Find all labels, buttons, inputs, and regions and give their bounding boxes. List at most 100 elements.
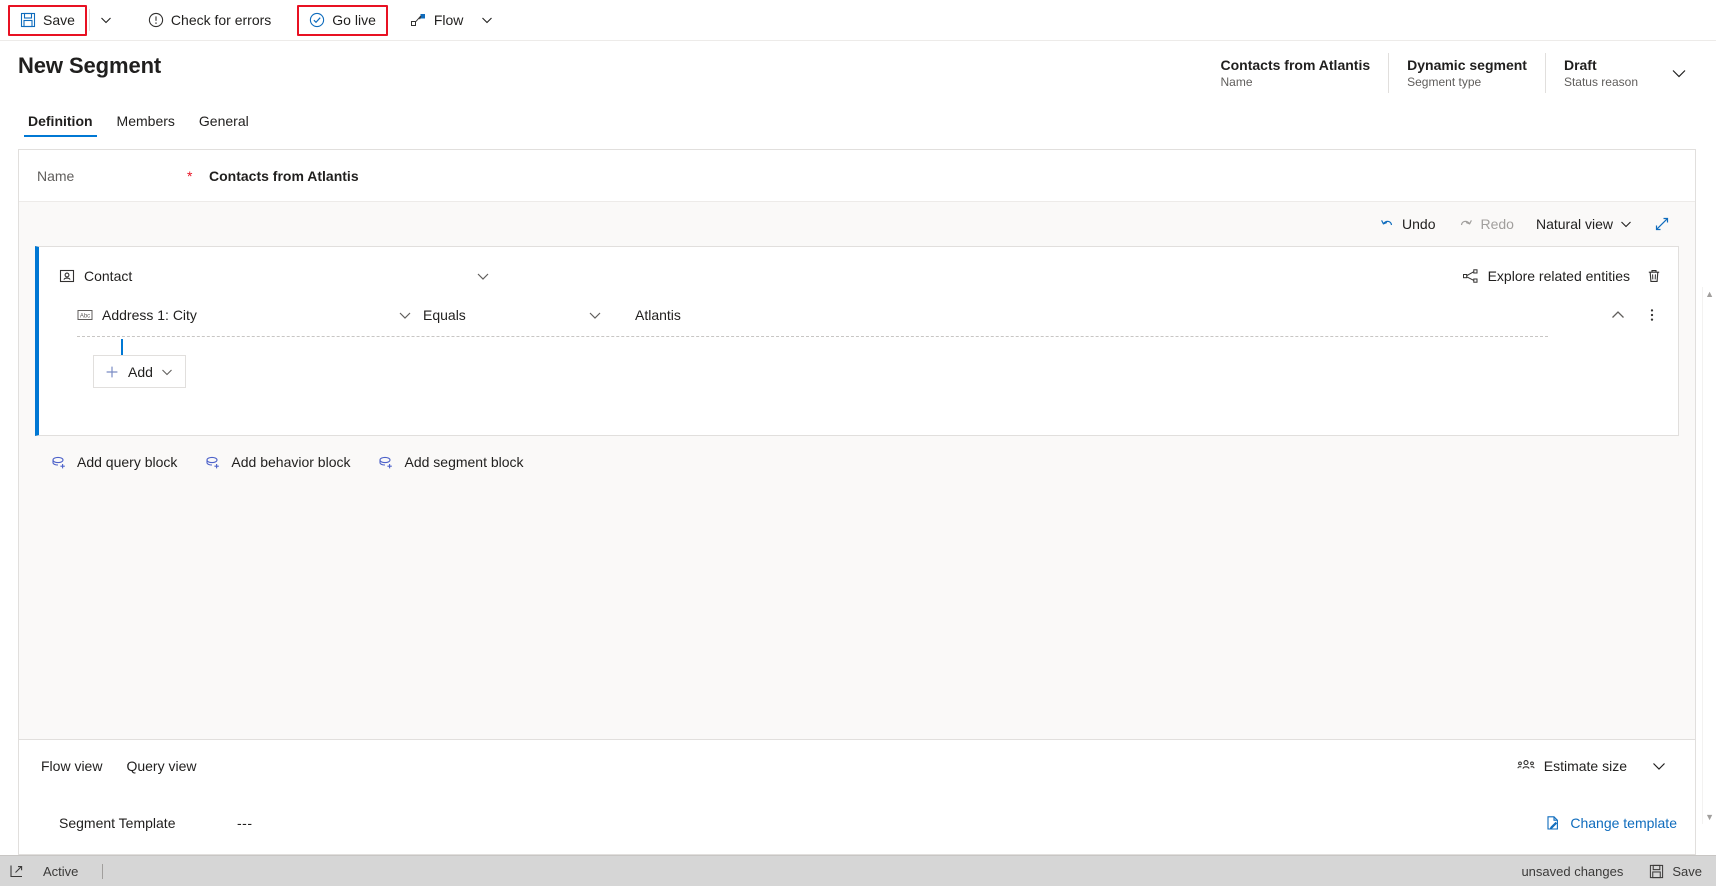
- add-query-block-icon: [51, 454, 68, 470]
- add-segment-block-button[interactable]: Add segment block: [378, 454, 524, 470]
- add-behavior-block-button[interactable]: Add behavior block: [205, 454, 350, 470]
- check-circle-icon: [309, 12, 325, 28]
- query-block-actions: Explore related entities: [1462, 266, 1664, 286]
- query-view-label: Query view: [126, 758, 197, 774]
- save-options-caret[interactable]: [92, 4, 120, 37]
- condition-collapse-button[interactable]: [1610, 307, 1626, 323]
- unsaved-changes-label: unsaved changes: [1521, 863, 1624, 879]
- vertical-scrollbar[interactable]: ▲ ▼: [1702, 287, 1716, 824]
- check-for-errors-button[interactable]: Check for errors: [138, 4, 281, 37]
- condition-field-label: Address 1: City: [102, 307, 197, 323]
- chevron-down-icon: [1651, 758, 1667, 774]
- save-button-label: Save: [43, 12, 75, 28]
- builder-canvas: Contact Explore related entities Abc Add…: [19, 246, 1695, 739]
- flow-options-caret[interactable]: [473, 4, 501, 37]
- redo-label: Redo: [1480, 216, 1514, 232]
- svg-text:Abc: Abc: [80, 313, 90, 319]
- save-disk-icon: [20, 12, 36, 28]
- status-bar-left: Active: [10, 863, 104, 879]
- add-condition-label: Add: [128, 363, 153, 380]
- view-mode-button[interactable]: Natural view: [1527, 211, 1641, 237]
- condition-more-button[interactable]: [1644, 307, 1660, 323]
- condition-value-input[interactable]: Atlantis: [635, 307, 681, 323]
- status-bar-save-label: Save: [1672, 863, 1702, 879]
- segment-builder: Undo Redo Natural view Contact Explore r…: [19, 202, 1695, 739]
- condition-field-caret[interactable]: [387, 308, 423, 322]
- save-button-highlight: Save: [8, 4, 87, 36]
- header-expand-button[interactable]: [1656, 53, 1690, 93]
- entity-selector[interactable]: Contact: [59, 268, 132, 284]
- definition-card: Name * Contacts from Atlantis Undo Redo …: [18, 149, 1696, 855]
- status-bar: Active unsaved changes Save: [0, 855, 1716, 886]
- condition-actions: [1610, 307, 1678, 323]
- undo-icon: [1379, 216, 1395, 232]
- tab-members[interactable]: Members: [107, 109, 185, 137]
- flow-button[interactable]: Flow: [400, 4, 474, 37]
- add-block-links: Add query block Add behavior block Add s…: [35, 436, 1679, 470]
- add-behavior-block-icon: [205, 454, 222, 470]
- bottom-panel-actions: Estimate size: [1507, 752, 1677, 780]
- add-behavior-block-label: Add behavior block: [231, 454, 351, 470]
- chevron-down-icon: [100, 14, 112, 26]
- check-for-errors-label: Check for errors: [170, 12, 272, 28]
- tab-general-label: General: [198, 113, 249, 129]
- redo-icon: [1458, 216, 1474, 232]
- header-meta-status-reason: Draft Status reason: [1544, 53, 1656, 93]
- tab-strip: Definition Members General: [18, 109, 1696, 137]
- name-input[interactable]: Contacts from Atlantis: [209, 168, 359, 184]
- condition-operator-caret[interactable]: [577, 308, 613, 322]
- people-icon: [1517, 758, 1535, 774]
- required-marker: *: [187, 167, 193, 184]
- flow-view-tab[interactable]: Flow view: [29, 752, 114, 780]
- header-meta-name-value: Contacts from Atlantis: [1220, 57, 1371, 73]
- tab-members-label: Members: [116, 113, 175, 129]
- chevron-down-icon: [161, 366, 173, 378]
- header-meta-name-label: Name: [1220, 75, 1253, 89]
- bottom-panel-tabs-row: Flow view Query view Estimate size: [19, 740, 1695, 792]
- save-button[interactable]: Save: [10, 7, 85, 34]
- go-live-label: Go live: [332, 12, 376, 28]
- status-bar-divider: [102, 863, 104, 879]
- header-meta-segment-type-label: Segment type: [1407, 75, 1482, 89]
- condition-value-label: Atlantis: [635, 307, 681, 323]
- scroll-up-arrow-icon[interactable]: ▲: [1705, 289, 1714, 299]
- entity-label: Contact: [84, 268, 133, 284]
- fullscreen-button[interactable]: [1645, 211, 1679, 237]
- estimate-size-label: Estimate size: [1543, 758, 1627, 774]
- add-segment-block-icon: [378, 454, 395, 470]
- scroll-down-arrow-icon[interactable]: ▼: [1705, 812, 1714, 822]
- query-view-tab[interactable]: Query view: [114, 752, 208, 780]
- header-meta-segment-type-value: Dynamic segment: [1407, 57, 1527, 73]
- add-query-block-button[interactable]: Add query block: [51, 454, 177, 470]
- entity-dropdown-caret[interactable]: [472, 265, 494, 287]
- status-bar-save-button[interactable]: Save: [1649, 864, 1702, 879]
- undo-button[interactable]: Undo: [1370, 211, 1444, 237]
- change-template-button[interactable]: Change template: [1545, 815, 1677, 831]
- condition-field-selector[interactable]: Abc Address 1: City: [77, 307, 387, 323]
- title-row: New Segment Contacts from Atlantis Name …: [18, 53, 1696, 93]
- tab-general[interactable]: General: [189, 109, 259, 137]
- add-condition-button[interactable]: Add: [93, 355, 186, 388]
- page-header: New Segment Contacts from Atlantis Name …: [0, 41, 1716, 137]
- status-bar-state: Active: [43, 863, 79, 879]
- estimate-size-button[interactable]: Estimate size: [1507, 752, 1637, 780]
- condition-row: Abc Address 1: City Equals Atlantis: [39, 291, 1678, 355]
- view-mode-label: Natural view: [1535, 216, 1613, 232]
- plus-icon: [104, 364, 120, 380]
- tab-definition-label: Definition: [28, 113, 93, 129]
- go-live-button[interactable]: Go live: [299, 7, 386, 34]
- query-block-contact: Contact Explore related entities Abc Add…: [35, 246, 1679, 436]
- segment-template-value: ---: [237, 815, 253, 831]
- abc-text-icon: Abc: [77, 308, 93, 322]
- bottom-panel-expand-button[interactable]: [1641, 752, 1677, 780]
- popout-icon[interactable]: [10, 864, 25, 878]
- page-title: New Segment: [18, 53, 162, 78]
- explore-related-entities-button[interactable]: Explore related entities: [1462, 268, 1630, 284]
- tab-definition[interactable]: Definition: [18, 109, 103, 137]
- delete-block-button[interactable]: [1644, 266, 1664, 286]
- chevron-down-icon: [1620, 218, 1632, 230]
- name-field-row: Name * Contacts from Atlantis: [19, 150, 1695, 202]
- segment-template-label: Segment Template: [59, 815, 176, 831]
- save-disk-icon: [1649, 864, 1664, 879]
- chevron-down-icon: [476, 269, 490, 283]
